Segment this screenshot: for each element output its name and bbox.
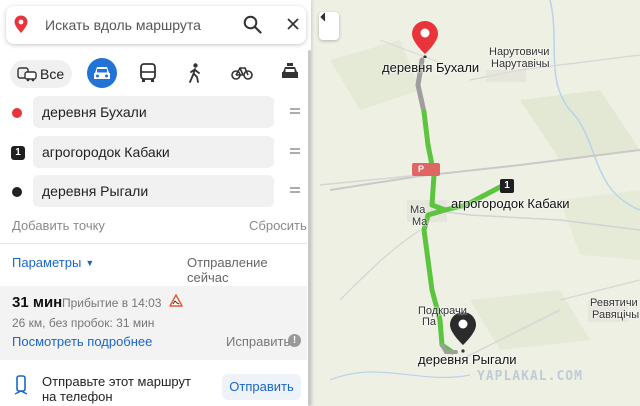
- map-label-narutovichi: Нарутовичи: [489, 46, 550, 58]
- road-warning-icon: [169, 294, 183, 307]
- search-placeholder[interactable]: Искать вдоль маршрута: [45, 17, 201, 33]
- map-label-start: деревня Бухали: [382, 60, 480, 75]
- pedestrian-icon[interactable]: [188, 63, 202, 83]
- end-dot-icon: [12, 187, 22, 197]
- car-icon: [94, 67, 110, 79]
- map-label-mal: Ма: [410, 204, 426, 216]
- mode-car-button[interactable]: [87, 58, 117, 88]
- map-label-narutovichi-by: Нарутавічы: [491, 58, 550, 70]
- waypoint-row-middle: 1 агрогородок Кабаки: [10, 136, 306, 170]
- waypoint-field-start[interactable]: деревня Бухали: [33, 96, 274, 128]
- waypoint-end-label: деревня Рыгали: [42, 183, 149, 199]
- send-button[interactable]: Отправить: [222, 374, 301, 400]
- collapse-panel-button[interactable]: [319, 12, 339, 40]
- info-icon[interactable]: !: [288, 334, 301, 347]
- transport-modes: Все: [10, 58, 306, 88]
- map-waypoint-marker[interactable]: 1: [500, 179, 514, 193]
- close-icon[interactable]: [285, 16, 301, 32]
- waypoint-middle-label: агрогородок Кабаки: [42, 144, 170, 160]
- params-label: Параметры: [12, 255, 82, 270]
- route-arrival: Прибытие в 14:03: [62, 296, 162, 310]
- end-pin-icon[interactable]: [449, 311, 477, 353]
- drag-handle-icon[interactable]: [289, 146, 301, 156]
- route-search-box[interactable]: Искать вдоль маршрута: [6, 6, 306, 44]
- route-fix-link[interactable]: Исправить: [226, 334, 290, 349]
- waypoint-row-end: деревня Рыгали: [10, 175, 306, 209]
- route-time: 31 мин: [12, 294, 63, 311]
- road-badge: Р: [418, 164, 425, 174]
- departure-selector[interactable]: Отправление сейчас: [187, 255, 311, 285]
- reset-link[interactable]: Сбросить: [249, 218, 307, 233]
- car-bus-icon: [17, 67, 37, 82]
- add-point-link[interactable]: Добавить точку: [12, 218, 105, 233]
- chevron-left-icon: [320, 12, 326, 22]
- bus-icon[interactable]: [139, 63, 157, 83]
- bicycle-icon[interactable]: [231, 63, 253, 81]
- route-details-link[interactable]: Посмотреть подробнее: [12, 334, 152, 349]
- chevron-down-icon: ▼: [85, 258, 95, 268]
- search-icon[interactable]: [243, 15, 262, 34]
- waypoint-field-middle[interactable]: агрогородок Кабаки: [33, 136, 274, 168]
- watermark: YAPLAKAL.COM: [477, 369, 583, 384]
- start-pin-icon[interactable]: [411, 20, 439, 58]
- map-pin-icon: [14, 15, 28, 33]
- map-label-end: деревня Рыгали: [418, 352, 517, 367]
- waypoint-field-end[interactable]: деревня Рыгали: [33, 175, 274, 207]
- drag-handle-icon[interactable]: [289, 106, 301, 116]
- map-label-revyatichi-by: Равяцічы: [592, 309, 640, 321]
- map-label-mal-by: Ма: [412, 216, 428, 228]
- send-to-phone-text: Отправьте этот маршрут на телефон: [42, 374, 191, 404]
- mode-all-button[interactable]: Все: [10, 60, 72, 88]
- waypoint-row-start: деревня Бухали: [10, 96, 306, 130]
- map-label-podkrachi-by: Па: [422, 316, 437, 328]
- waypoint-number-badge: 1: [11, 146, 25, 160]
- drag-handle-icon[interactable]: [289, 185, 301, 195]
- divider: [0, 243, 307, 244]
- phone-icon: [14, 375, 28, 395]
- waypoint-start-label: деревня Бухали: [42, 104, 147, 120]
- map-label-revyatichi: Ревятичи: [590, 297, 638, 309]
- panel-scrollbar[interactable]: [308, 50, 311, 406]
- params-dropdown[interactable]: Параметры ▼: [12, 255, 94, 270]
- route-distance: 26 км, без пробок: 31 мин: [12, 316, 155, 330]
- map-label-waypoint: агрогородок Кабаки: [451, 196, 570, 211]
- taxi-icon[interactable]: [280, 63, 300, 81]
- start-dot-icon: [12, 108, 22, 118]
- route-summary-card[interactable]: 31 мин Прибытие в 14:03 26 км, без пробо…: [0, 286, 307, 360]
- route-panel: Искать вдоль маршрута Все деревня Бухали…: [0, 0, 311, 406]
- mode-all-label: Все: [40, 66, 65, 82]
- send-to-phone-row: Отправьте этот маршрут на телефон Отправ…: [0, 366, 307, 406]
